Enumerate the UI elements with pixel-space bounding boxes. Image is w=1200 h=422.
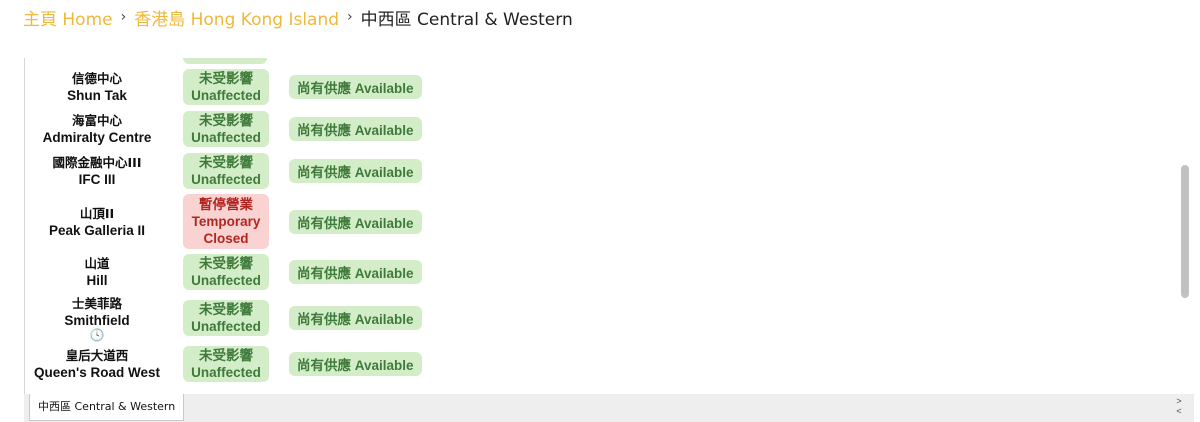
status-badge: 未受影響 Unaffected: [183, 153, 269, 189]
status-zh: 未受影響: [199, 348, 253, 363]
branch-name-zh: 皇后大道西: [65, 348, 129, 363]
status-en: Unaffected: [191, 319, 261, 334]
status-badge: 未受影響 Unaffected: [183, 111, 269, 147]
status-en: Unaffected: [191, 130, 261, 145]
breadcrumb-separator: ›: [120, 9, 127, 25]
status-cell: 未受影響 Unaffected: [169, 66, 269, 108]
table-row: 國際金融中心III IFC III 未受影響 Unaffected 尚有供應 Avail…: [25, 150, 422, 192]
breadcrumb-home-link[interactable]: 主頁 Home: [23, 5, 113, 30]
status-badge: 暫停營業 Temporary Closed: [183, 194, 269, 249]
branch-name-cell: 山頂II Peak Galleria II: [25, 192, 169, 251]
table-row: 信德中心 Shun Tak 未受影響 Unaffected 尚有供應 Available: [25, 66, 422, 108]
table-row: 山頂II Peak Galleria II 暫停營業 Temporary Closed…: [25, 192, 422, 251]
availability-badge: 尚有供應 Available: [289, 117, 422, 141]
availability-badge: 尚有供應 Available: [289, 159, 422, 183]
status-cell: 未受影響 Unaffected: [169, 251, 269, 293]
embedded-spreadsheet[interactable]: 信德中心 Shun Tak 未受影響 Unaffected 尚有供應 Available…: [24, 58, 1195, 395]
status-badge: 未受影響 Unaffected: [183, 254, 269, 290]
clock-icon: 🕓: [89, 328, 105, 342]
table-row: 皇后大道西 Queen's Road West 未受影響 Unaffected 尚有供應…: [25, 343, 422, 385]
cut-off-status-badge: [183, 58, 267, 64]
status-en: Temporary Closed: [191, 214, 261, 246]
branch-name-zh: 信德中心: [71, 71, 122, 86]
cut-off-row-text: [85, 58, 165, 59]
status-badge: 未受影響 Unaffected: [183, 69, 269, 105]
breadcrumb: 主頁 Home › 香港島 Hong Kong Island › 中西區 Cen…: [23, 5, 573, 30]
branch-name-cell: 士美菲路 Smithfield 🕓: [25, 293, 169, 343]
branch-name-cell: 海富中心 Admiralty Centre: [25, 108, 169, 150]
status-zh: 未受影響: [199, 113, 253, 128]
branch-name-en: Shun Tak: [67, 88, 127, 103]
branch-name-en: IFC III: [78, 172, 116, 187]
table-row: 海富中心 Admiralty Centre 未受影響 Unaffected 尚有供應 A…: [25, 108, 422, 150]
availability-cell: 尚有供應 Available: [269, 66, 422, 108]
branch-name-en: Admiralty Centre: [42, 130, 152, 145]
status-zh: 未受影響: [199, 302, 253, 317]
status-en: Unaffected: [191, 365, 261, 380]
table-row: 山道 Hill 未受影響 Unaffected 尚有供應 Available: [25, 251, 422, 293]
branch-name-zh: 士美菲路: [71, 296, 122, 311]
status-zh: 未受影響: [199, 256, 253, 271]
availability-cell: 尚有供應 Available: [269, 343, 422, 385]
availability-badge: 尚有供應 Available: [289, 75, 422, 99]
availability-badge: 尚有供應 Available: [289, 306, 422, 330]
branch-name-cell: 皇后大道西 Queen's Road West: [25, 343, 169, 385]
breadcrumb-region-link[interactable]: 香港島 Hong Kong Island: [134, 5, 339, 30]
breadcrumb-current: 中西區 Central & Western: [360, 9, 573, 30]
branch-name-en: Smithfield: [64, 313, 130, 328]
availability-badge: 尚有供應 Available: [289, 260, 422, 284]
availability-cell: 尚有供應 Available: [269, 251, 422, 293]
status-en: Unaffected: [191, 172, 261, 187]
branch-name-zh: 山頂II: [79, 205, 115, 221]
availability-cell: 尚有供應 Available: [269, 150, 422, 192]
branch-name-zh: 海富中心: [71, 113, 122, 128]
availability-badge: 尚有供應 Available: [289, 352, 422, 376]
status-badge: 未受影響 Unaffected: [183, 346, 269, 382]
sheet-tab-bar: 中西區 Central & Western > <: [24, 394, 1194, 422]
tab-nav: > <: [1174, 396, 1184, 416]
status-zh: 暫停營業: [199, 197, 253, 212]
branch-name-en: Peak Galleria II: [48, 222, 146, 238]
availability-cell: 尚有供應 Available: [269, 293, 422, 343]
status-cell: 未受影響 Unaffected: [169, 293, 269, 343]
branch-status-table: 信德中心 Shun Tak 未受影響 Unaffected 尚有供應 Available…: [25, 66, 422, 385]
sheet-tab-central-western[interactable]: 中西區 Central & Western: [29, 394, 185, 421]
status-zh: 未受影響: [199, 155, 253, 170]
status-en: Unaffected: [191, 88, 261, 103]
table-row: 士美菲路 Smithfield 🕓 未受影響 Unaffected 尚有供應 Availa…: [25, 293, 422, 343]
availability-badge: 尚有供應 Available: [289, 209, 422, 234]
tab-next-button[interactable]: >: [1174, 396, 1184, 406]
status-en: Unaffected: [191, 273, 261, 288]
tab-prev-button[interactable]: <: [1174, 406, 1184, 416]
vertical-scrollbar[interactable]: [1181, 165, 1189, 298]
branch-name-zh: 山道: [84, 256, 110, 271]
status-zh: 未受影響: [199, 71, 253, 86]
status-cell: 未受影響 Unaffected: [169, 150, 269, 192]
breadcrumb-separator: ›: [347, 9, 353, 25]
status-cell: 未受影響 Unaffected: [169, 108, 269, 150]
branch-name-zh: 國際金融中心III: [52, 155, 142, 170]
availability-cell: 尚有供應 Available: [269, 192, 422, 251]
status-cell: 暫停營業 Temporary Closed: [169, 192, 269, 251]
status-cell: 未受影響 Unaffected: [169, 343, 269, 385]
branch-name-en: Queen's Road West: [34, 365, 160, 380]
availability-cell: 尚有供應 Available: [269, 108, 422, 150]
branch-name-cell: 信德中心 Shun Tak: [25, 66, 169, 108]
branch-name-cell: 國際金融中心III IFC III: [25, 150, 169, 192]
branch-name-cell: 山道 Hill: [25, 251, 169, 293]
status-badge: 未受影響 Unaffected: [183, 300, 269, 336]
branch-name-en: Hill: [86, 273, 108, 288]
